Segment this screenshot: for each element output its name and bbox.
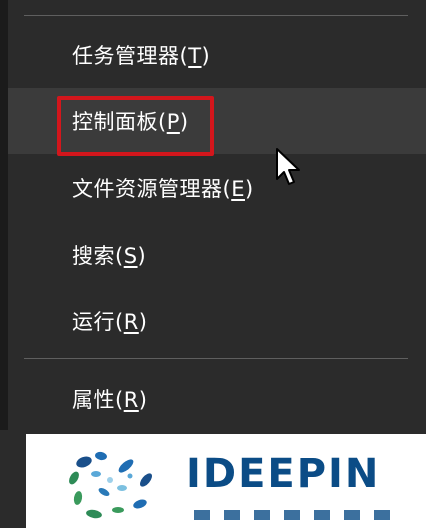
menu-separator <box>24 15 408 16</box>
menu-item-label: 运行(R) <box>72 310 148 334</box>
menu-left-strip <box>0 0 8 430</box>
highlight-annotation-box <box>57 96 214 156</box>
context-menu: 任务管理器(T) 控制面板(P) 文件资源管理器(E) 搜索(S) 运行(R) … <box>0 0 426 528</box>
watermark-subtitle-glyphs <box>194 510 390 520</box>
deepin-logo-icon <box>69 451 152 519</box>
menu-item-search[interactable]: 搜索(S) <box>8 222 426 288</box>
menu-item-properties[interactable]: 属性(R) <box>8 366 426 432</box>
menu-item-label: 任务管理器(T) <box>72 44 211 68</box>
arrow-cursor-icon <box>276 148 300 185</box>
menu-item-label: 文件资源管理器(E) <box>72 177 254 201</box>
menu-item-file-explorer[interactable]: 文件资源管理器(E) <box>8 155 426 221</box>
menu-item-task-manager[interactable]: 任务管理器(T) <box>8 22 426 88</box>
menu-item-label: 属性(R) <box>72 388 148 412</box>
watermark-banner: IDEEPIN <box>26 434 426 528</box>
menu-item-run[interactable]: 运行(R) <box>8 288 426 354</box>
watermark-text: IDEEPIN <box>186 451 381 497</box>
menu-item-label: 搜索(S) <box>72 244 147 268</box>
menu-separator <box>24 358 408 359</box>
